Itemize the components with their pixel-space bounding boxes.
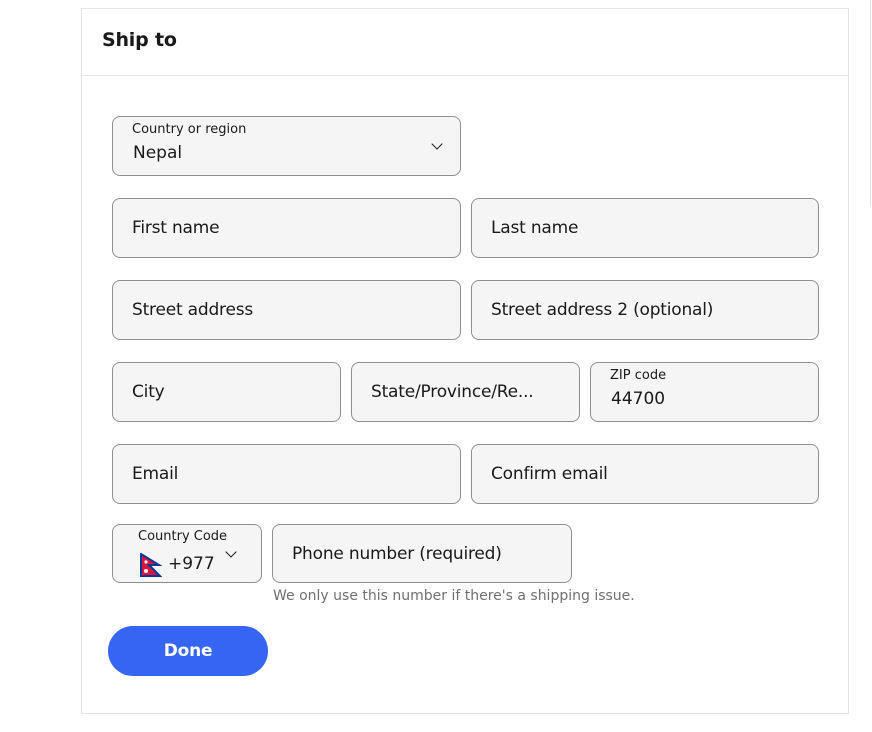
done-button[interactable]: Done	[108, 626, 268, 676]
street-address-field[interactable]: Street address	[112, 280, 461, 340]
phone-number-placeholder: Phone number (required)	[292, 543, 502, 564]
right-edge-divider	[870, 0, 871, 206]
country-label: Country or region	[132, 122, 247, 137]
country-value: Nepal	[133, 143, 183, 163]
email-placeholder: Email	[132, 464, 179, 484]
confirm-email-field[interactable]: Confirm email	[471, 444, 819, 504]
city-field[interactable]: City	[112, 362, 341, 422]
email-field[interactable]: Email	[112, 444, 461, 504]
country-code-value: +977	[168, 554, 215, 574]
first-name-field[interactable]: First name	[112, 198, 461, 258]
country-code-label: Country Code	[138, 529, 228, 544]
state-field[interactable]: State/Province/Re...	[351, 362, 580, 422]
card-header: Ship to	[82, 9, 848, 76]
last-name-field[interactable]: Last name	[471, 198, 819, 258]
street-address-2-field[interactable]: Street address 2 (optional)	[471, 280, 819, 340]
phone-helper-text: We only use this number if there's a shi…	[273, 588, 635, 604]
city-placeholder: City	[132, 382, 165, 402]
nepal-flag-icon	[140, 553, 162, 577]
country-code-select[interactable]: Country Code +977	[112, 524, 262, 583]
zip-field[interactable]: ZIP code 44700	[590, 362, 819, 422]
last-name-placeholder: Last name	[491, 218, 579, 238]
ship-to-card: Ship to Country or region Nepal First na…	[81, 8, 849, 714]
phone-number-field[interactable]: Phone number (required)	[272, 524, 572, 583]
country-select[interactable]: Country or region Nepal	[112, 116, 461, 176]
confirm-email-placeholder: Confirm email	[491, 464, 608, 484]
chevron-down-icon	[225, 546, 237, 558]
state-placeholder: State/Province/Re...	[371, 382, 534, 402]
zip-value: 44700	[611, 389, 666, 409]
zip-label: ZIP code	[610, 368, 667, 383]
street-address-placeholder: Street address	[132, 300, 254, 320]
first-name-placeholder: First name	[132, 218, 220, 238]
street-address-2-placeholder: Street address 2 (optional)	[491, 300, 714, 320]
chevron-down-icon	[431, 138, 443, 150]
card-title: Ship to	[102, 29, 177, 51]
